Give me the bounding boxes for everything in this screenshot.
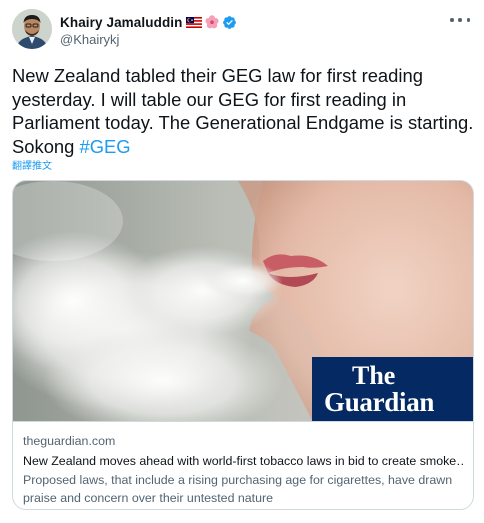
card-image[interactable]: The Guardian — [13, 181, 473, 422]
malaysia-flag-icon — [186, 16, 203, 28]
card-meta[interactable]: theguardian.com New Zealand moves ahead … — [23, 433, 463, 507]
more-dot-icon — [466, 18, 470, 22]
avatar[interactable] — [12, 9, 52, 49]
link-card[interactable]: The Guardian theguardian.com New Zealand… — [12, 180, 474, 510]
hibiscus-icon — [205, 15, 220, 29]
more-options-button[interactable] — [450, 12, 470, 28]
translate-tweet-link[interactable]: 翻譯推文 — [12, 157, 52, 172]
author-name-row[interactable]: Khairy Jamaluddin — [60, 13, 237, 31]
card-domain: theguardian.com — [23, 434, 116, 448]
tweet[interactable]: Khairy Jamaluddin @Khairykj New Zealand … — [0, 0, 484, 523]
card-description: Proposed laws, that include a rising pur… — [23, 473, 453, 505]
guardian-logo: The Guardian — [312, 357, 473, 421]
hashtag-link[interactable]: #GEG — [79, 136, 130, 157]
guardian-logo-line1: The — [352, 361, 396, 390]
more-dot-icon — [458, 18, 462, 22]
tweet-text: New Zealand tabled their GEG law for fir… — [12, 64, 474, 158]
guardian-logo-line2: Guardian — [324, 387, 435, 417]
more-dot-icon — [450, 18, 454, 22]
author-display-name[interactable]: Khairy Jamaluddin — [60, 15, 182, 30]
card-headline: New Zealand moves ahead with world-first… — [23, 454, 463, 468]
author-handle[interactable]: @Khairykj — [60, 32, 119, 47]
verified-badge-icon — [223, 15, 237, 29]
